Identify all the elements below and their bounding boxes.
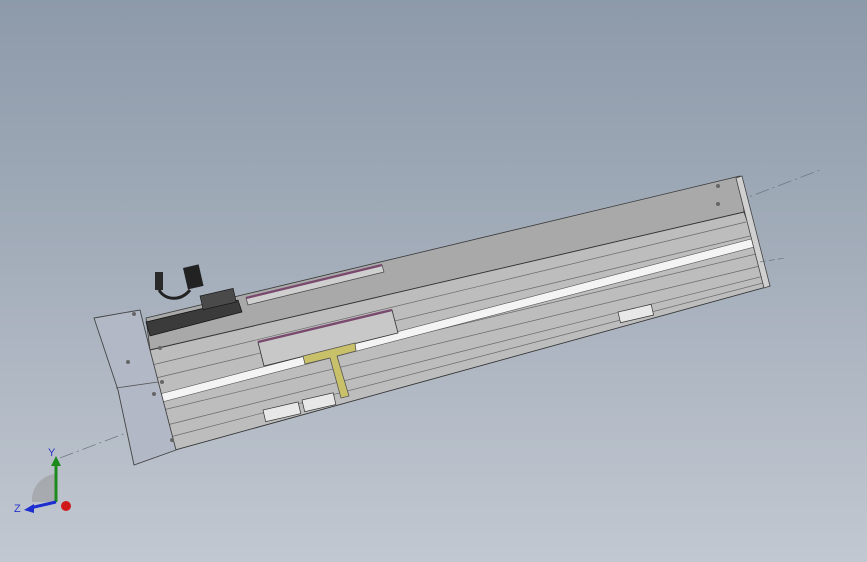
linear-actuator-model[interactable]: [93, 175, 786, 466]
cad-viewport[interactable]: [0, 0, 867, 562]
z-axis-label: Z: [14, 503, 21, 515]
z-axis-arrow-icon: [24, 504, 34, 513]
y-axis-label: Y: [48, 447, 56, 459]
orientation-triad[interactable]: Y Z: [10, 440, 80, 520]
triad-arc: [31, 474, 56, 502]
x-axis-dot-icon: [61, 501, 71, 511]
